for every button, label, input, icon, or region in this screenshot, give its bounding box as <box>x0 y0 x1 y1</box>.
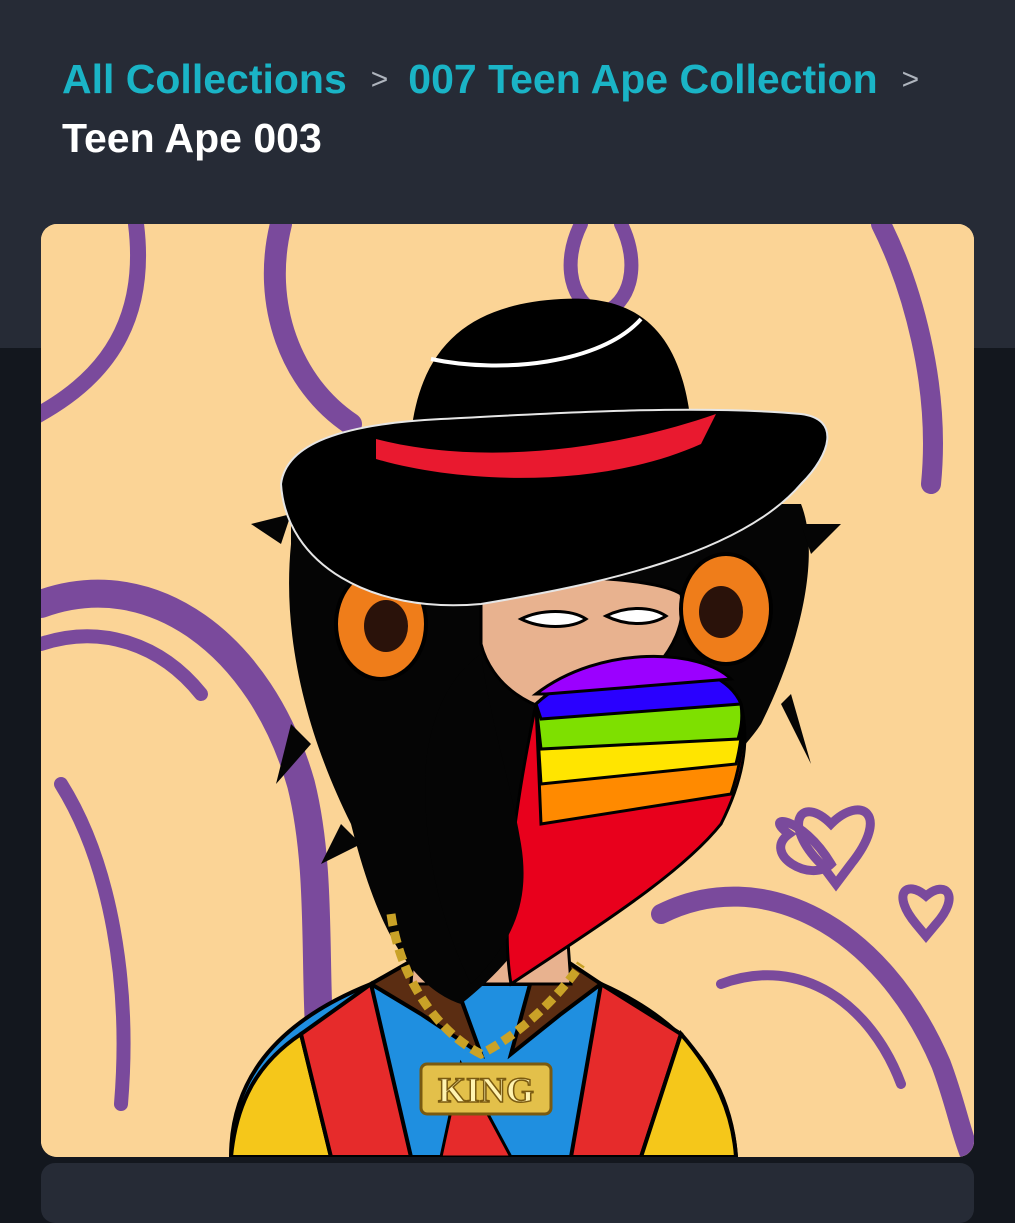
breadcrumb: All Collections >007 Teen Ape Collection >… <box>62 50 962 167</box>
chevron-right-icon: > <box>901 63 920 96</box>
nft-image-card[interactable]: KING <box>41 224 974 1157</box>
nft-artwork: KING <box>41 224 974 1157</box>
page-title: Teen Ape 003 <box>62 115 322 161</box>
breadcrumb-all-collections-link[interactable]: All Collections <box>62 56 347 102</box>
king-pendant: KING <box>419 1062 553 1116</box>
pendant-text: KING <box>438 1070 534 1110</box>
details-panel <box>41 1163 974 1223</box>
breadcrumb-collection-link[interactable]: 007 Teen Ape Collection <box>408 56 877 102</box>
chevron-right-icon: > <box>370 63 389 96</box>
